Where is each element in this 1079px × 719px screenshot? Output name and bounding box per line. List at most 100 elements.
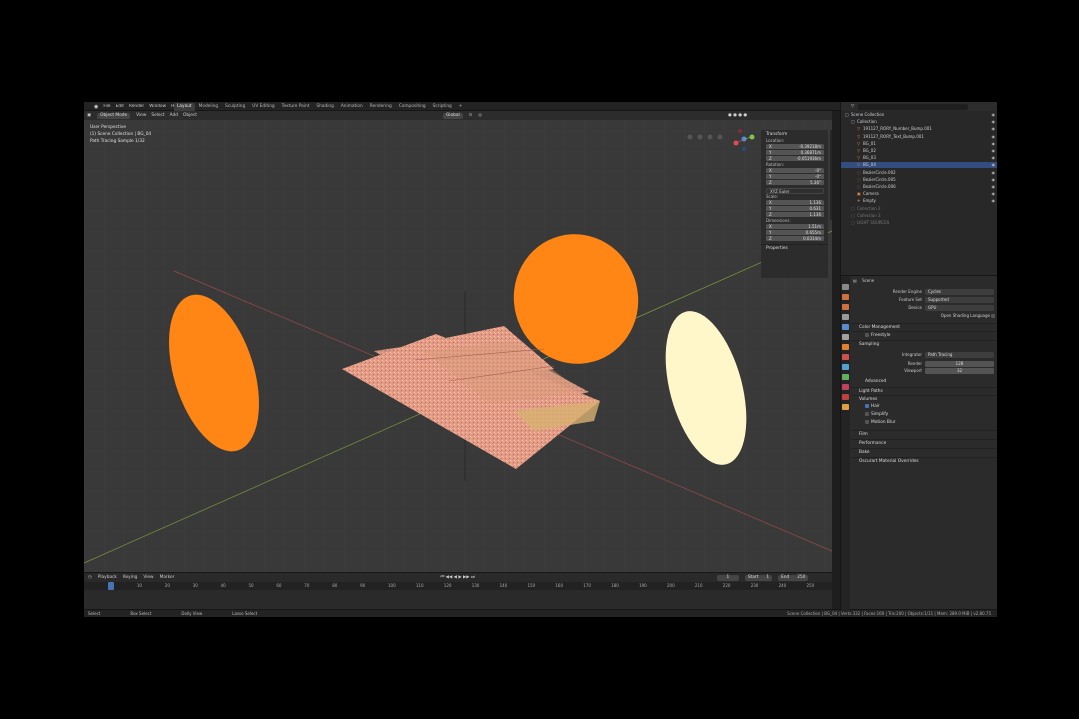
properties-tab-icon[interactable] [842,354,849,360]
outliner-row[interactable]: ▽ 191127_RORY_Number_Bump.001 ◉ [841,126,997,132]
volumes-section[interactable]: Volumes [851,395,997,403]
outliner-row[interactable]: ◌ BezierCircle.002 ◉ [841,170,997,176]
properties-panel-title[interactable]: Properties [761,244,828,252]
snap-icon[interactable]: ⊙ [469,113,473,118]
timeline-editor-icon[interactable]: ◷ [88,575,92,580]
visibility-eye-icon[interactable]: ◉ [992,148,996,154]
tab-texture-paint[interactable]: Texture Paint [279,103,313,111]
outliner-row[interactable]: ✛ Empty ◉ [841,198,997,204]
properties-tab-icon[interactable] [842,324,849,330]
osl-checkbox[interactable] [991,313,995,318]
freestyle-checkbox[interactable] [865,332,869,337]
start-value[interactable]: 1 [766,575,769,581]
properties-tab-icon[interactable] [842,344,849,350]
transform-panel-title[interactable]: Transform [761,130,828,138]
tab-rendering[interactable]: Rendering [367,103,395,111]
outliner[interactable]: ▽ ▢ Scene Collection ◉ ▢ Collection ◉ ▽ 191127_… [840,102,997,275]
transform-orientation-dropdown[interactable]: Global [442,112,463,119]
properties-tab-icon[interactable] [842,394,849,400]
properties-tab-icon[interactable] [842,294,849,300]
properties-tab-icon[interactable] [842,334,849,340]
properties-tab-icon[interactable] [842,384,849,390]
sidebar-tab-create[interactable]: Create [831,177,832,190]
viewport-samples-field[interactable]: 32 [925,367,994,374]
outliner-row[interactable]: ▢ LIGHT SOURCES [841,220,997,226]
viewport-menu-add[interactable]: Add [170,113,178,118]
tab-compositing[interactable]: Compositing [396,103,429,111]
visibility-eye-icon[interactable]: ◉ [992,155,996,161]
outliner-row[interactable]: ▢ Scene Collection ◉ [841,112,997,118]
visibility-eye-icon[interactable]: ◉ [992,198,996,204]
menu-file[interactable]: File [103,104,110,110]
outliner-row[interactable]: ▽ 191127_RORY_Text_Bump.001 ◉ [841,134,997,140]
outliner-search-input[interactable] [858,103,969,110]
tab-layout[interactable]: Layout [174,103,195,111]
film-section[interactable]: Film [851,430,997,438]
visibility-eye-icon[interactable]: ◉ [992,141,996,147]
shading-modes-icon[interactable]: ● ● ● ● [728,113,747,118]
visibility-eye-icon[interactable]: ◉ [992,112,996,118]
sidebar-tab-tool[interactable]: Tool [831,147,832,155]
material-overrides-section[interactable]: Oscurart Material Overrides [851,457,997,465]
outliner-row[interactable]: ▢ Collection ◉ [841,119,997,125]
visibility-eye-icon[interactable]: ◉ [992,191,996,197]
properties-tab-icon[interactable] [842,284,849,290]
motion-blur-section[interactable]: Motion Blur [851,419,997,427]
outliner-filter-icon[interactable]: ▽ [851,104,854,109]
outliner-row[interactable]: ▢ Collection 3 [841,213,997,219]
outliner-row[interactable]: ▢ Collection 2 [841,206,997,212]
tab-uv-editing[interactable]: UV Editing [249,103,277,111]
visibility-eye-icon[interactable]: ◉ [992,184,996,190]
frame-range[interactable]: Start 1 [744,574,773,581]
performance-section[interactable]: Performance [851,439,997,447]
outliner-row[interactable]: ▽ BG_02 ◉ [841,148,997,154]
device-dropdown[interactable]: GPU [925,304,994,311]
sidebar-tab-item[interactable]: Item [831,132,832,141]
end-value[interactable]: 250 [797,575,805,581]
properties-tab-icon[interactable] [842,374,849,380]
timeline-menu-marker[interactable]: Marker [160,575,175,580]
visibility-eye-icon[interactable]: ◉ [992,119,996,125]
properties-tab-icon[interactable] [842,304,849,310]
viewport-menu-select[interactable]: Select [151,113,164,118]
light-paths-section[interactable]: Light Paths [851,387,997,395]
tab-scripting[interactable]: Scripting [430,103,455,111]
outliner-row[interactable]: ▽ BG_01 ◉ [841,141,997,147]
hair-checkbox[interactable] [865,403,869,408]
tab-animation[interactable]: Animation [338,103,366,111]
blender-logo-icon[interactable]: ◉ [94,104,98,110]
color-management-section[interactable]: Color Management [851,323,997,331]
timeline-menu-playback[interactable]: Playback [98,575,117,580]
simplify-checkbox[interactable] [865,411,869,416]
menu-window[interactable]: Window [149,104,166,110]
object-mode-dropdown[interactable]: Object Mode [97,112,131,119]
render-engine-dropdown[interactable]: Cycles [925,288,994,295]
end-range[interactable]: End 250 [778,574,809,581]
visibility-eye-icon[interactable]: ◉ [992,134,996,140]
advanced-section[interactable]: Advanced [851,378,997,386]
outliner-row[interactable]: ◌ BezierCircle.006 ◉ [841,184,997,190]
visibility-eye-icon[interactable]: ◉ [992,126,996,132]
dimensions-z-field[interactable]: Z 0.0314m [766,236,824,242]
timeline-menu-view[interactable]: View [143,575,153,580]
properties-editor[interactable]: ▤ Scene Render Engine Cycles Feature Set… [840,275,997,610]
viewport-menu-view[interactable]: View [136,113,146,118]
properties-tab-icon[interactable] [842,314,849,320]
hair-section[interactable]: Hair [851,403,997,411]
menu-render[interactable]: Render [129,104,144,110]
playback-controls[interactable]: ⏮ ◀◀ ◀ ▶ ▶▶ ⏭ [440,575,474,580]
properties-tab-icon[interactable] [842,364,849,370]
motion-blur-checkbox[interactable] [865,419,869,424]
menu-edit[interactable]: Edit [116,104,124,110]
playhead[interactable] [108,582,114,590]
freestyle-section[interactable]: Freestyle [851,331,997,339]
simplify-section[interactable]: Simplify [851,411,997,419]
tab-modeling[interactable]: Modeling [196,103,222,111]
add-workspace-button[interactable]: + [456,103,466,111]
outliner-row[interactable]: ◌ BezierCircle.005 ◉ [841,177,997,183]
outliner-row[interactable]: ▽ BG_03 ◉ [841,155,997,161]
editor-type-icon[interactable]: ▣ [87,113,91,118]
rotation-z-field[interactable]: Z 5.36° [766,180,824,186]
outliner-row[interactable]: ▣ Camera ◉ [841,191,997,197]
tab-shading[interactable]: Shading [313,103,336,111]
